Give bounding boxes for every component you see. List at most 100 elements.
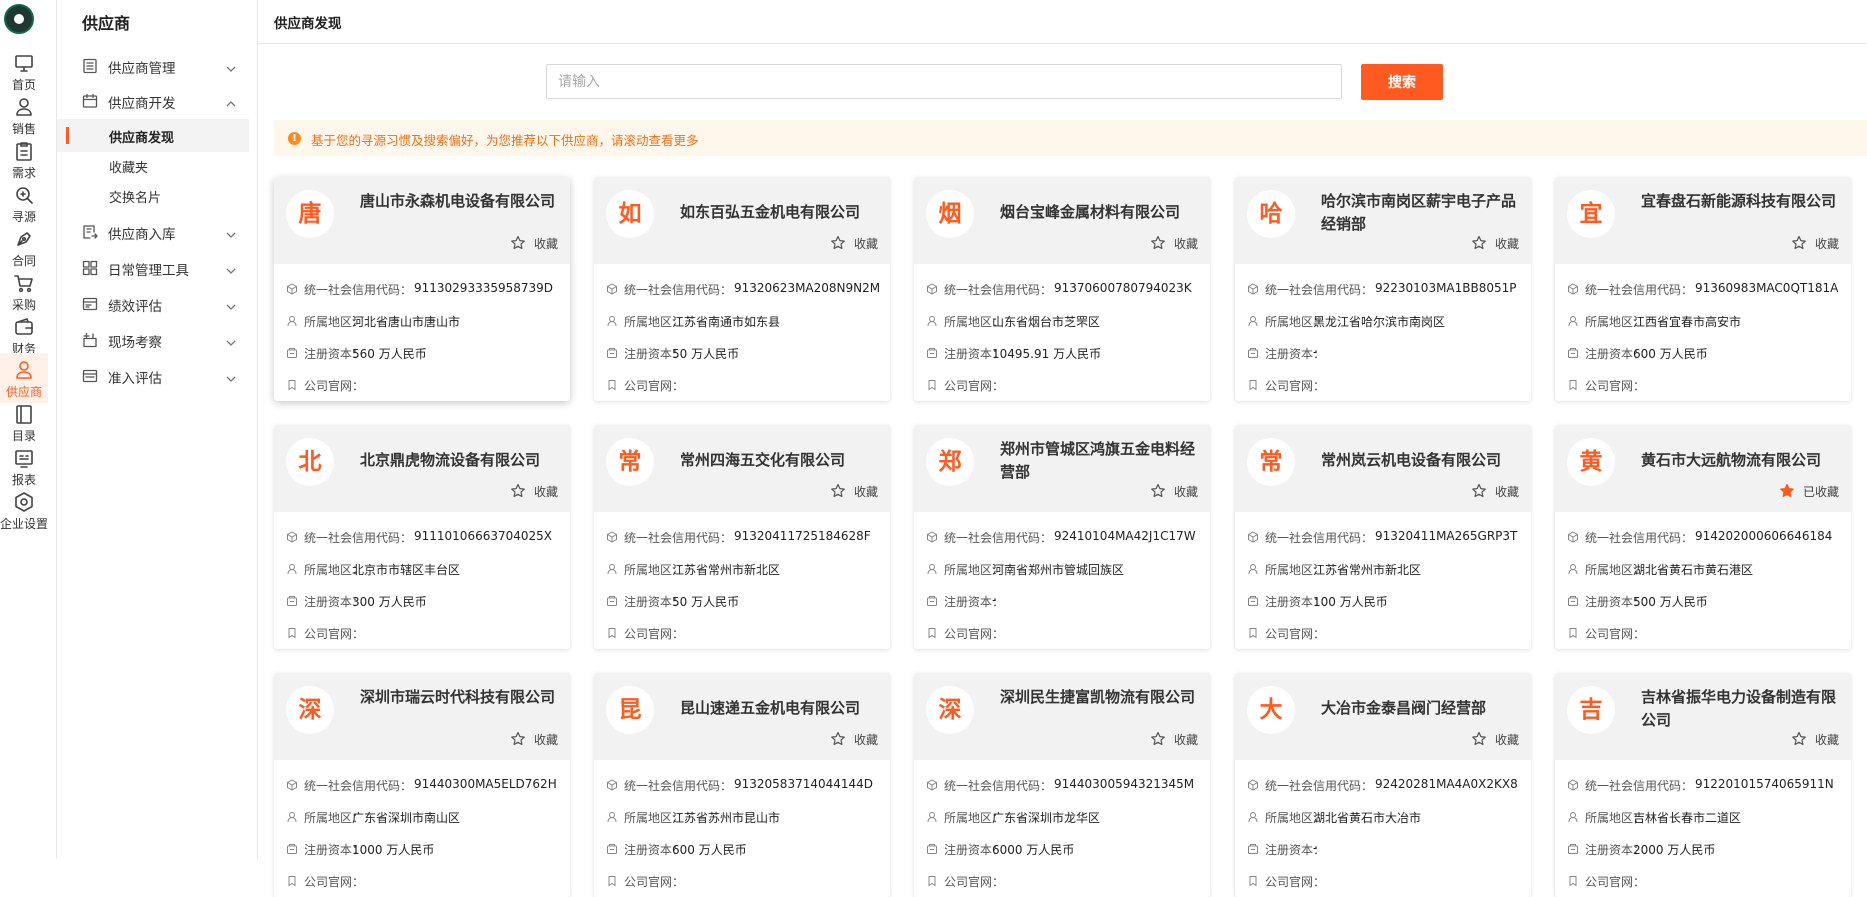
favorite-button[interactable]: 收藏 bbox=[1792, 235, 1839, 253]
favorite-button[interactable]: 收藏 bbox=[1151, 731, 1198, 749]
menu-subitem-0[interactable]: 供应商发现 bbox=[57, 119, 249, 152]
supplier-avatar: 唐 bbox=[286, 190, 334, 238]
supplier-name[interactable]: 烟台宝峰金属材料有限公司 bbox=[1000, 201, 1200, 224]
sidebar-title: 供应商 bbox=[82, 14, 131, 33]
favorite-button[interactable]: 收藏 bbox=[1792, 731, 1839, 749]
menu-subitem-1[interactable]: 收藏夹 bbox=[57, 149, 249, 182]
rail-item-pen[interactable]: 合同 bbox=[0, 222, 48, 272]
rail-item-settings[interactable]: 企业设置 bbox=[0, 485, 48, 535]
supplier-name[interactable]: 哈尔滨市南岗区薪宇电子产品经销部 bbox=[1321, 190, 1521, 236]
credit-code-value: 91220101574065911N bbox=[1695, 777, 1834, 791]
rail-item-clipboard[interactable]: 需求 bbox=[0, 134, 48, 184]
favorite-button[interactable]: 收藏 bbox=[511, 235, 558, 253]
credit-code-row: 统一社会信用代码： 91130293335958739D bbox=[286, 280, 562, 298]
admission-icon bbox=[82, 368, 98, 384]
favorite-button[interactable]: 收藏 bbox=[1472, 483, 1519, 501]
supplier-avatar: 黄 bbox=[1567, 438, 1615, 486]
rail-item-catalog[interactable]: 目录 bbox=[0, 397, 48, 447]
favorite-button[interactable]: 收藏 bbox=[831, 235, 878, 253]
supplier-name[interactable]: 深圳市瑞云时代科技有限公司 bbox=[360, 686, 560, 709]
sidebar-menu: 供应商 供应商管理 供应商开发 供应商发现 收藏夹 交换名片 供应商入库 日常管理工具 绩效评… bbox=[57, 0, 258, 859]
menu-group-0[interactable]: 供应商管理 bbox=[57, 48, 257, 84]
credit-code-row: 统一社会信用代码： 91370600780794023K bbox=[926, 280, 1202, 298]
inspection-icon bbox=[82, 332, 98, 348]
supplier-card[interactable]: 如 如东百弘五金机电有限公司 收藏 统一社会信用代码： 91320623MA208N9N… bbox=[594, 177, 890, 401]
menu-group-1[interactable]: 供应商开发 bbox=[57, 83, 257, 119]
rail-item-search[interactable]: 寻源 bbox=[0, 178, 48, 228]
credit-code-value: 91370600780794023K bbox=[1054, 281, 1192, 295]
supplier-name[interactable]: 宜春盘石新能源科技有限公司 bbox=[1641, 190, 1841, 213]
supplier-card[interactable]: 常 常州岚云机电设备有限公司 收藏 统一社会信用代码： 91320411MA265GRP… bbox=[1235, 425, 1531, 649]
supplier-card-header: 昆 昆山速递五金机电有限公司 收藏 bbox=[594, 673, 890, 760]
favorite-button[interactable]: 收藏 bbox=[831, 731, 878, 749]
supplier-name[interactable]: 如东百弘五金机电有限公司 bbox=[680, 201, 880, 224]
supplier-icon bbox=[13, 359, 35, 381]
favorite-button[interactable]: 收藏 bbox=[511, 483, 558, 501]
menu-group-6[interactable]: 准入评估 bbox=[57, 358, 257, 394]
supplier-card[interactable]: 大 大冶市金泰昌阀门经营部 收藏 统一社会信用代码： 92420281MA4A0X2KX… bbox=[1235, 673, 1531, 897]
rail-item-user[interactable]: 销售 bbox=[0, 90, 48, 140]
supplier-name[interactable]: 常州四海五交化有限公司 bbox=[680, 449, 880, 472]
credit-code-value: 91130293335958739D bbox=[414, 281, 554, 295]
credit-code-row: 统一社会信用代码： 91440300594321345M bbox=[926, 776, 1202, 794]
supplier-name[interactable]: 唐山市永森机电设备有限公司 bbox=[360, 190, 560, 213]
supplier-card[interactable]: 吉吉林省振华电力设备制造有限公司 收藏 统一社会信用代码： 9122010157406… bbox=[1555, 673, 1851, 897]
supplier-name[interactable]: 昆山速递五金机电有限公司 bbox=[680, 697, 880, 720]
rail-item-report[interactable]: 报表 bbox=[0, 441, 48, 491]
website-row: 公司官网： bbox=[926, 376, 1202, 394]
credit-code-label: 统一社会信用代码： bbox=[944, 531, 1053, 545]
supplier-name[interactable]: 大冶市金泰昌阀门经营部 bbox=[1321, 697, 1521, 720]
supplier-card[interactable]: 常 常州四海五交化有限公司 收藏 统一社会信用代码： 91320411725184628… bbox=[594, 425, 890, 649]
rail-item-supplier[interactable]: 供应商 bbox=[0, 353, 48, 403]
supplier-card[interactable]: 深 深圳市瑞云时代科技有限公司 收藏 统一社会信用代码： 91440300MA5ELD7… bbox=[274, 673, 570, 897]
supplier-card[interactable]: 黄 黄石市大远航物流有限公司 已收藏 统一社会信用代码： 914202000606646… bbox=[1555, 425, 1851, 649]
credit-code-row: 统一社会信用代码： 91110106663704025X bbox=[286, 528, 562, 546]
favorite-button[interactable]: 收藏 bbox=[1151, 235, 1198, 253]
supplier-name[interactable]: 吉林省振华电力设备制造有限公司 bbox=[1641, 686, 1841, 732]
website-label: 公司官网： bbox=[1265, 627, 1326, 641]
info-icon: ! bbox=[288, 132, 301, 145]
region-row: 所属地区： 江苏省苏州市昆山市 bbox=[606, 808, 882, 826]
brand-logo[interactable] bbox=[4, 4, 34, 34]
supplier-card[interactable]: 烟 烟台宝峰金属材料有限公司 收藏 统一社会信用代码： 9137060078079402… bbox=[914, 177, 1210, 401]
favorite-button[interactable]: 已收藏 bbox=[1780, 483, 1839, 501]
rail-item-cart[interactable]: 采购 bbox=[0, 266, 48, 316]
favorite-label: 收藏 bbox=[853, 485, 878, 499]
supplier-card[interactable]: 昆 昆山速递五金机电有限公司 收藏 统一社会信用代码： 9132058371404414… bbox=[594, 673, 890, 897]
search-input[interactable] bbox=[546, 64, 1342, 99]
credit-code-row: 统一社会信用代码： 91320623MA208N9N2M bbox=[606, 280, 882, 298]
capital-row: 注册资本： 600 万人民币 bbox=[1567, 344, 1843, 362]
supplier-name[interactable]: 郑州市管城区鸿旗五金电料经营部 bbox=[1000, 438, 1200, 484]
credit-code-value: 914202000606646184 bbox=[1695, 529, 1833, 543]
supplier-card[interactable]: 宜 宜春盘石新能源科技有限公司 收藏 统一社会信用代码： 91360983MAC0QT1… bbox=[1555, 177, 1851, 401]
supplier-avatar: 大 bbox=[1247, 686, 1295, 734]
supplier-card[interactable]: 郑郑州市管城区鸿旗五金电料经营部 收藏 统一社会信用代码： 92410104MA42J… bbox=[914, 425, 1210, 649]
supplier-card[interactable]: 北 北京鼎虎物流设备有限公司 收藏 统一社会信用代码： 9111010666370402… bbox=[274, 425, 570, 649]
favorite-button[interactable]: 收藏 bbox=[511, 731, 558, 749]
favorite-button[interactable]: 收藏 bbox=[1472, 235, 1519, 253]
credit-code-value: 91440300MA5ELD762H bbox=[414, 777, 557, 791]
favorite-label: 收藏 bbox=[1173, 733, 1198, 747]
menu-group-4[interactable]: 绩效评估 bbox=[57, 286, 257, 322]
rail-item-monitor[interactable]: 首页 bbox=[0, 46, 48, 96]
favorite-button[interactable]: 收藏 bbox=[831, 483, 878, 501]
supplier-card[interactable]: 深 深圳民生捷富凯物流有限公司 收藏 统一社会信用代码： 914403005943213… bbox=[914, 673, 1210, 897]
supplier-name[interactable]: 黄石市大远航物流有限公司 bbox=[1641, 449, 1841, 472]
supplier-card[interactable]: 唐 唐山市永森机电设备有限公司收藏统一社会信用代码： 911302933359587… bbox=[274, 177, 570, 401]
website-row: 公司官网： bbox=[926, 872, 1202, 890]
menu-group-label: 现场考察 bbox=[108, 335, 162, 351]
favorite-label: 收藏 bbox=[1173, 237, 1198, 251]
menu-group-5[interactable]: 现场考察 bbox=[57, 322, 257, 358]
menu-group-3[interactable]: 日常管理工具 bbox=[57, 250, 257, 286]
favorite-button[interactable]: 收藏 bbox=[1472, 731, 1519, 749]
menu-subitem-2[interactable]: 交换名片 bbox=[57, 179, 249, 212]
supplier-name[interactable]: 常州岚云机电设备有限公司 bbox=[1321, 449, 1521, 472]
recommendation-notice: ! 基于您的寻源习惯及搜索偏好，为您推荐以下供应商，请滚动查看更多 bbox=[274, 120, 1867, 156]
search-button[interactable]: 搜索 bbox=[1361, 64, 1443, 100]
favorite-button[interactable]: 收藏 bbox=[1151, 483, 1198, 501]
supplier-name[interactable]: 北京鼎虎物流设备有限公司 bbox=[360, 449, 560, 472]
supplier-name[interactable]: 深圳民生捷富凯物流有限公司 bbox=[1000, 686, 1200, 709]
menu-group-2[interactable]: 供应商入库 bbox=[57, 214, 257, 250]
supplier-card[interactable]: 哈哈尔滨市南岗区薪宇电子产品经销部 收藏 统一社会信用代码： 92230103MA1B… bbox=[1235, 177, 1531, 401]
region-row: 所属地区： 湖北省黄石市黄石港区 bbox=[1567, 560, 1843, 578]
